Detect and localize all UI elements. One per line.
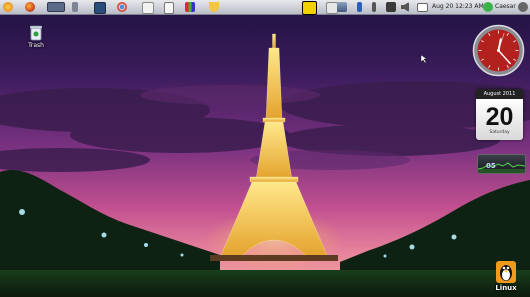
clock-widget[interactable] <box>472 24 525 77</box>
calendar-weekday: Saturday <box>489 130 510 135</box>
calendar-day: 20 <box>485 103 514 131</box>
trash-label: Trash <box>28 42 44 49</box>
calendar-month: August 2011 <box>476 89 523 99</box>
system-monitor-widget[interactable]: 05 <box>477 154 526 174</box>
trash-icon <box>30 25 42 41</box>
panel-clock[interactable]: Aug 20 12:23 AM <box>432 2 484 12</box>
screenshot-icon[interactable] <box>386 2 396 12</box>
terminal-icon[interactable] <box>94 2 106 14</box>
menu-icon[interactable] <box>3 2 13 12</box>
show-desktop-icon[interactable] <box>47 2 65 12</box>
monitor-value: 05 <box>486 162 496 170</box>
linux-desktop-icon[interactable]: Linux <box>492 261 520 295</box>
text-editor-icon[interactable] <box>142 2 154 14</box>
volume-icon[interactable] <box>401 2 409 12</box>
network-icon[interactable] <box>337 2 347 12</box>
bluetooth-icon[interactable] <box>357 2 362 12</box>
top-panel: Aug 20 12:23 AM Caesar <box>0 0 530 15</box>
user-name[interactable]: Caesar <box>495 2 516 12</box>
file-cabinet-icon[interactable] <box>72 2 78 12</box>
mail-icon[interactable] <box>417 3 428 12</box>
workspace-icon[interactable] <box>302 1 317 15</box>
chrome-icon[interactable] <box>117 2 127 12</box>
basket-icon[interactable] <box>209 2 219 12</box>
tux-icon <box>496 261 516 283</box>
user-status-icon[interactable] <box>483 2 493 12</box>
calendar-widget[interactable]: August 2011 20 Saturday <box>476 89 523 140</box>
battery-icon[interactable] <box>372 2 376 12</box>
document-icon[interactable] <box>164 2 174 14</box>
power-icon[interactable] <box>518 2 528 12</box>
desktop-wallpaper <box>0 0 530 297</box>
system-monitor-icon[interactable] <box>185 2 195 12</box>
firefox-icon[interactable] <box>25 2 35 12</box>
linux-label: Linux <box>495 284 517 292</box>
trash-desktop-icon[interactable]: Trash <box>24 24 48 52</box>
